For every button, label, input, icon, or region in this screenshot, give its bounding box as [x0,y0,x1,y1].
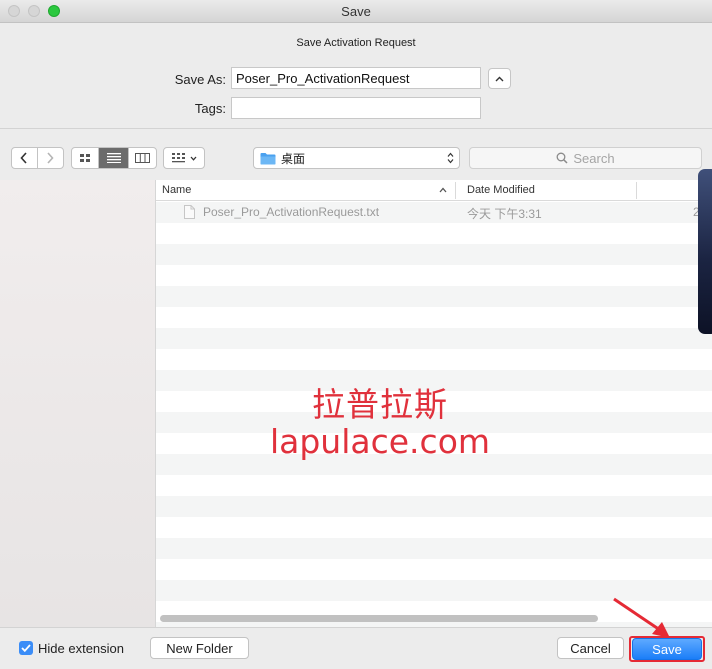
location-label: 桌面 [281,151,306,166]
folder-icon [260,152,276,164]
column-view-button[interactable] [129,148,156,168]
grid-icon [79,153,90,162]
column-name-header[interactable]: Name [162,184,191,196]
sidebar[interactable] [0,180,156,627]
chevron-left-icon [20,152,27,164]
icon-view-button[interactable] [72,148,99,168]
annotation-arrow-icon [613,597,670,638]
watermark-chinese-text: 拉普拉斯 [312,385,448,424]
location-popup[interactable]: 桌面 [253,147,460,169]
file-name: Poser_Pro_ActivationRequest.txt [203,205,380,219]
toolbar-divider [0,128,712,129]
horizontal-scrollbar[interactable] [160,615,598,622]
hide-extension-checkbox[interactable] [19,641,33,655]
updown-arrows-icon [447,152,454,164]
group-by-button[interactable] [163,147,205,169]
chevron-down-icon [190,156,196,161]
tags-input[interactable] [231,97,481,119]
search-placeholder: Search [573,150,615,166]
file-date-modified: 今天 下午3:31 [467,207,542,221]
back-button[interactable] [12,148,38,168]
chevron-right-icon [47,152,54,164]
save-as-label: Save As: [174,72,226,87]
search-icon [556,152,568,164]
title-bar: Save [0,0,712,23]
table-row [156,559,712,580]
table-row [156,328,712,349]
table-row [156,265,712,286]
list-icon [106,153,121,163]
table-row [156,244,712,265]
table-row [156,286,712,307]
new-folder-button[interactable]: New Folder [150,637,249,659]
search-field[interactable]: Search [469,147,702,169]
sort-ascending-icon [439,187,447,193]
table-row [156,307,712,328]
column-date-modified-header[interactable]: Date Modified [467,184,535,196]
checkmark-icon [21,644,31,652]
table-row [156,475,712,496]
column-divider[interactable] [636,182,637,199]
chevron-up-icon [495,76,504,81]
expand-dialog-button[interactable] [488,68,511,89]
group-icon [171,153,185,163]
table-row [156,517,712,538]
watermark-url-text: lapulace.com [269,422,491,461]
table-row[interactable]: Poser_Pro_ActivationRequest.txt 今天 下午3:3… [156,202,712,223]
list-view-button[interactable] [99,148,129,168]
save-as-input[interactable] [231,67,481,89]
table-row [156,349,712,370]
tags-label: Tags: [194,101,226,116]
view-mode-control [71,147,157,169]
table-row [156,223,712,244]
window-title: Save [341,4,371,19]
preview-thumbnail [698,169,712,334]
forward-button[interactable] [38,148,63,168]
hide-extension-label[interactable]: Hide extension [38,641,124,656]
file-list-header: Name Date Modified [156,180,712,201]
table-row [156,496,712,517]
column-divider[interactable] [455,182,456,199]
text-file-icon [184,205,195,219]
columns-icon [135,153,150,163]
sheet-title: Save Activation Request [296,37,416,49]
back-forward-control [11,147,64,169]
table-row [156,538,712,559]
